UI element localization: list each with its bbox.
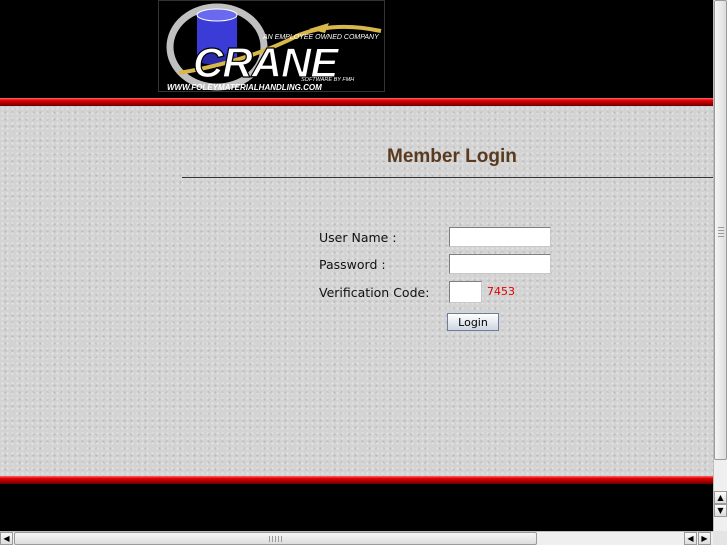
grip-icon xyxy=(269,536,283,542)
scroll-left-button-end[interactable]: ◀ xyxy=(684,532,697,545)
crane-logo-graphic: CRANE AN EMPLOYEE OWNED COMPANY SOFTWARE… xyxy=(159,1,384,92)
login-panel: Member Login User Name : Password : Veri… xyxy=(0,106,713,476)
scroll-right-button[interactable]: ▶ xyxy=(698,532,711,545)
verification-code-input[interactable] xyxy=(449,281,482,303)
arrow-down-icon: ▼ xyxy=(717,506,724,515)
login-button[interactable]: Login xyxy=(447,313,499,331)
vertical-scrollbar[interactable]: ▲ ▼ xyxy=(713,0,727,531)
verification-code-label: Verification Code: xyxy=(319,285,430,300)
arrow-up-icon: ▲ xyxy=(717,493,724,502)
scroll-up-button[interactable]: ▲ xyxy=(714,491,727,504)
captcha-code: 7453 xyxy=(487,285,515,298)
scroll-left-button[interactable]: ◀ xyxy=(0,532,13,545)
scrollbar-corner xyxy=(713,531,727,545)
page-title: Member Login xyxy=(387,146,517,167)
arrow-left-icon: ◀ xyxy=(687,534,694,543)
bottom-red-band xyxy=(0,476,713,484)
arrow-right-icon: ▶ xyxy=(701,534,708,543)
crane-logo: CRANE AN EMPLOYEE OWNED COMPANY SOFTWARE… xyxy=(158,0,385,92)
password-label: Password : xyxy=(319,257,386,272)
horizontal-scroll-thumb[interactable] xyxy=(14,532,537,545)
username-input[interactable] xyxy=(449,227,551,247)
top-red-band xyxy=(0,98,713,106)
title-divider xyxy=(182,177,713,178)
scroll-down-button[interactable]: ▼ xyxy=(714,504,727,517)
username-label: User Name : xyxy=(319,230,397,245)
horizontal-scrollbar[interactable]: ◀ ◀ ▶ xyxy=(0,531,713,545)
logo-tagline: AN EMPLOYEE OWNED COMPANY xyxy=(262,34,380,41)
logo-url: WWW.FOLEYMATERIALHANDLING.COM xyxy=(167,83,322,92)
grip-icon xyxy=(718,227,724,237)
password-input[interactable] xyxy=(449,254,551,274)
vertical-scroll-thumb[interactable] xyxy=(714,0,727,460)
arrow-left-icon: ◀ xyxy=(3,534,10,543)
page-viewport: CRANE AN EMPLOYEE OWNED COMPANY SOFTWARE… xyxy=(0,0,713,531)
